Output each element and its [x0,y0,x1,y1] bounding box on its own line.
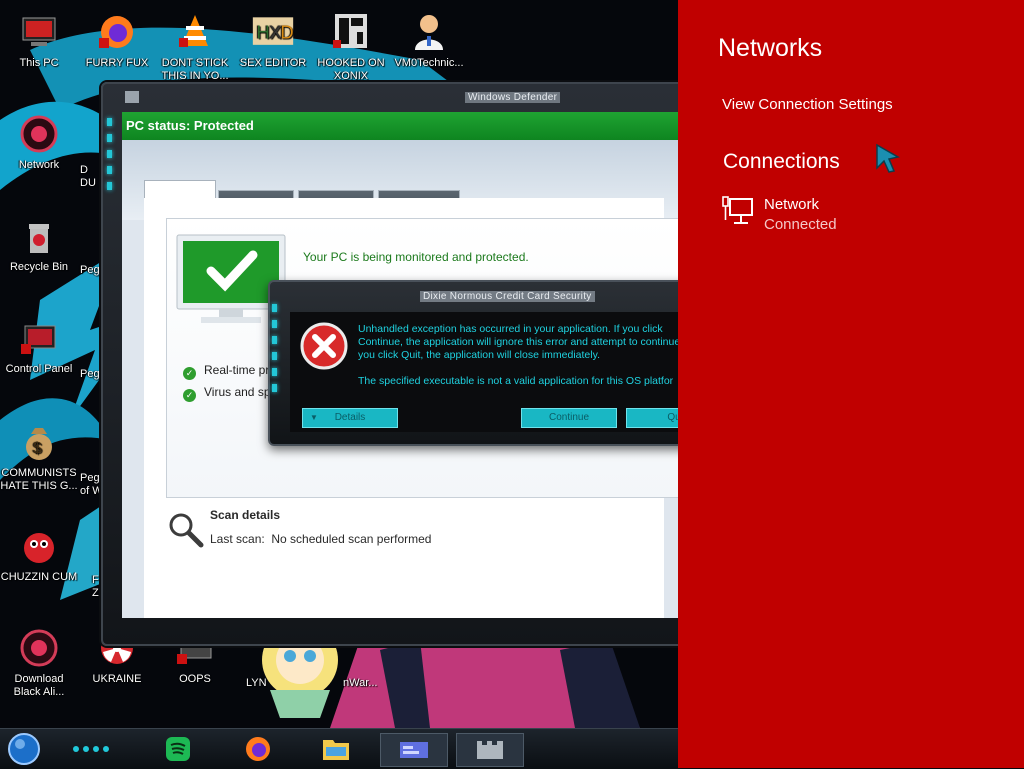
vlc-cone-icon [173,10,217,54]
doctor-avatar-icon [407,10,451,54]
partial-icon-label: nWar... [343,677,378,689]
network-name[interactable]: Network [764,196,819,213]
error-dialog[interactable]: Dixie Normous Credit Card Security Unhan… [268,280,702,446]
desktop-icon-label: COMMUNISTS HATE THIS G... [0,467,78,492]
mouse-cursor-icon [876,143,901,173]
svg-text:H: H [257,21,270,42]
start-button[interactable] [6,733,42,765]
taskbar-firefox[interactable] [240,733,276,765]
recycle-bin-icon [17,214,61,258]
window-titlebar[interactable]: Windows Defender [113,88,693,108]
control-panel-icon [17,316,61,360]
firefox-icon [246,737,270,761]
castle-wall-icon [477,741,503,759]
hex-editor-icon: HXD [251,10,295,54]
pc-status-text: PC status: Protected [126,118,254,133]
status-row-label: Real-time pr [204,363,270,377]
check-icon: ✓ [183,389,196,402]
spotify-icon [166,737,190,761]
status-row-realtime: ✓ Real-time pr [183,363,269,380]
scan-details-title: Scan details [210,508,281,522]
desktop-icon-label: VM0Technic... [394,57,464,69]
error-message-line: The specified executable is not a valid … [358,375,674,387]
folder-icon [323,740,349,760]
continue-button[interactable]: Continue [521,408,617,428]
view-connection-settings-link[interactable]: View Connection Settings [722,96,893,113]
desktop-icon-label: Control Panel [5,363,73,375]
desktop-icon-network[interactable]: Network [0,112,78,172]
desktop-icon-label: OOPS [179,673,211,685]
task-view-button[interactable] [60,733,120,765]
desktop-icon-download-black[interactable]: Download Black Ali... [0,626,78,699]
desktop-icon-label: This PC [19,57,59,69]
firefox-icon [95,10,139,54]
error-message-line: Continue, the application will ignore th… [358,336,681,348]
taskbar [0,728,680,769]
taskbar-file-explorer[interactable] [318,733,354,765]
network-status: Connected [764,216,837,233]
desktop-icon-recycle-bin[interactable]: Recycle Bin [0,214,78,274]
protection-message: Your PC is being monitored and protected… [303,250,529,264]
details-button[interactable]: ▼ Details [302,408,398,428]
desktop-icon-chuzzin-cum[interactable]: CHUZZIN CUM [0,524,78,584]
desktop-icon-label: Download Black Ali... [13,673,65,698]
error-dialog-title: Dixie Normous Credit Card Security [420,291,595,302]
desktop-icon-this-pc[interactable]: This PC [0,10,78,70]
status-row-label: Virus and sp [204,385,271,399]
error-dialog-body: Unhandled exception has occurred in your… [290,312,700,432]
desktop-icon-hooked-on-xonix[interactable]: HOOKED ON XONIX [312,10,390,83]
wired-network-icon [722,196,753,224]
desktop-icon-label: CHUZZIN CUM [0,571,78,583]
desktop-icon-label: FURRY FUX [85,57,149,69]
last-scan-value: No scheduled scan performed [271,532,432,546]
desktop-icon-label: Network [18,159,60,171]
window-title: Windows Defender [465,92,561,103]
desktop-icon-label: SEX EDITOR [239,57,307,69]
id-card-icon [400,742,428,758]
desktop-icon-vm0technic[interactable]: VM0Technic... [390,10,468,70]
desktop-icon-control-panel[interactable]: Control Panel [0,316,78,376]
flyout-title: Networks [718,34,823,62]
error-message-line: Unhandled exception has occurred in your… [358,323,663,335]
taskbar-defender[interactable] [380,733,448,767]
magnifier-icon [169,513,204,548]
computer-icon [17,10,61,54]
red-fuzzball-icon [17,524,61,568]
svg-text:D: D [280,21,293,42]
status-row-virus: ✓ Virus and sp [183,385,271,402]
desktop-icon-dont-stick[interactable]: DONT STICK THIS IN YO... [156,10,234,83]
pc-status-bar: PC status: Protected [122,112,682,140]
taskbar-error-app[interactable] [456,733,524,767]
error-message-line: you click Quit, the application will clo… [358,349,600,361]
chevron-down-icon: ▼ [310,413,318,422]
desktop-icon-label: Recycle Bin [9,261,69,273]
last-scan-line: Last scan: No scheduled scan performed [210,532,431,546]
desktop-icon-label: DONT STICK THIS IN YO... [161,57,229,82]
desktop-icon-label: UKRAINE [92,673,142,685]
frame-lights [272,304,277,400]
partial-icon-label: LYN [246,677,267,689]
svg-text:$: $ [33,440,42,457]
money-bag-icon: $ [17,420,61,464]
error-x-icon [300,322,348,370]
check-icon: ✓ [183,367,196,380]
desktop-icon-furry-fux[interactable]: FURRY FUX [78,10,156,70]
network-orb-icon [17,112,61,156]
taskbar-spotify[interactable] [160,733,196,765]
network-orb-icon [17,626,61,670]
frame-lights [107,118,112,198]
last-scan-label: Last scan: [210,532,265,546]
desktop-icon-sex-editor[interactable]: HXD SEX EDITOR [234,10,312,70]
desktop-icon-label: HOOKED ON XONIX [317,57,385,82]
window-app-icon [125,91,139,103]
desktop-icon-communists[interactable]: $ COMMUNISTS HATE THIS G... [0,420,78,493]
xonix-game-icon [329,10,373,54]
connections-header: Connections [723,150,840,173]
network-flyout: Networks View Connection Settings Connec… [678,0,1024,768]
